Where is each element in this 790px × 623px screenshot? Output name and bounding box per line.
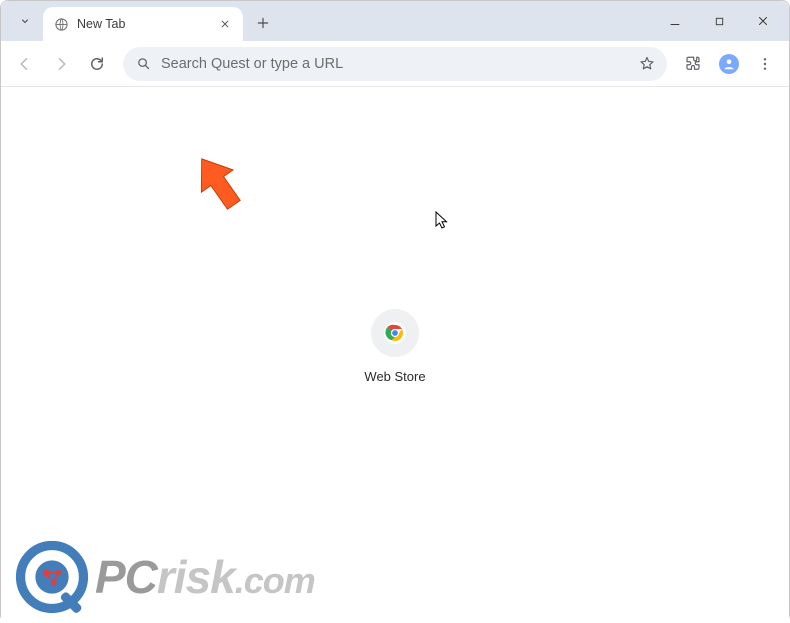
watermark-text: PCrisk.com bbox=[95, 550, 315, 604]
kebab-icon bbox=[757, 56, 773, 72]
minimize-button[interactable] bbox=[655, 6, 695, 36]
maximize-icon bbox=[714, 16, 725, 27]
chrome-logo-icon bbox=[383, 321, 407, 345]
tab-search-button[interactable] bbox=[11, 7, 39, 35]
address-input[interactable] bbox=[161, 56, 629, 72]
browser-tab[interactable]: New Tab bbox=[43, 7, 243, 41]
reload-icon bbox=[88, 55, 106, 73]
back-button[interactable] bbox=[9, 48, 41, 80]
star-icon bbox=[639, 55, 655, 72]
plus-icon bbox=[256, 16, 270, 30]
tab-strip: New Tab bbox=[1, 1, 789, 41]
window-controls bbox=[655, 1, 783, 41]
minimize-icon bbox=[669, 15, 681, 27]
shortcut-label: Web Store bbox=[364, 369, 425, 384]
toolbar bbox=[1, 41, 789, 87]
close-icon bbox=[220, 19, 230, 29]
globe-icon bbox=[53, 16, 69, 32]
arrow-left-icon bbox=[16, 55, 34, 73]
puzzle-icon bbox=[684, 55, 702, 73]
new-tab-button[interactable] bbox=[249, 9, 277, 37]
bookmark-button[interactable] bbox=[639, 56, 655, 72]
arrow-right-icon bbox=[52, 55, 70, 73]
maximize-button[interactable] bbox=[699, 6, 739, 36]
window-close-button[interactable] bbox=[743, 6, 783, 36]
address-bar[interactable] bbox=[123, 47, 667, 81]
watermark: PCrisk.com bbox=[15, 540, 315, 614]
reload-button[interactable] bbox=[81, 48, 113, 80]
tab-close-button[interactable] bbox=[217, 16, 233, 32]
annotation-arrow bbox=[191, 153, 249, 217]
watermark-badge-icon bbox=[15, 540, 89, 614]
close-icon bbox=[757, 15, 769, 27]
menu-button[interactable] bbox=[749, 48, 781, 80]
new-tab-page: Web Store PCrisk.com bbox=[1, 87, 789, 623]
chevron-down-icon bbox=[19, 15, 31, 27]
tab-title: New Tab bbox=[77, 17, 209, 31]
extensions-button[interactable] bbox=[677, 48, 709, 80]
mouse-cursor bbox=[435, 211, 449, 231]
profile-icon bbox=[719, 54, 739, 74]
profile-button[interactable] bbox=[715, 50, 743, 78]
forward-button[interactable] bbox=[45, 48, 77, 80]
search-icon bbox=[135, 56, 151, 72]
shortcut-web-store[interactable]: Web Store bbox=[340, 309, 450, 384]
shortcut-tile bbox=[371, 309, 419, 357]
